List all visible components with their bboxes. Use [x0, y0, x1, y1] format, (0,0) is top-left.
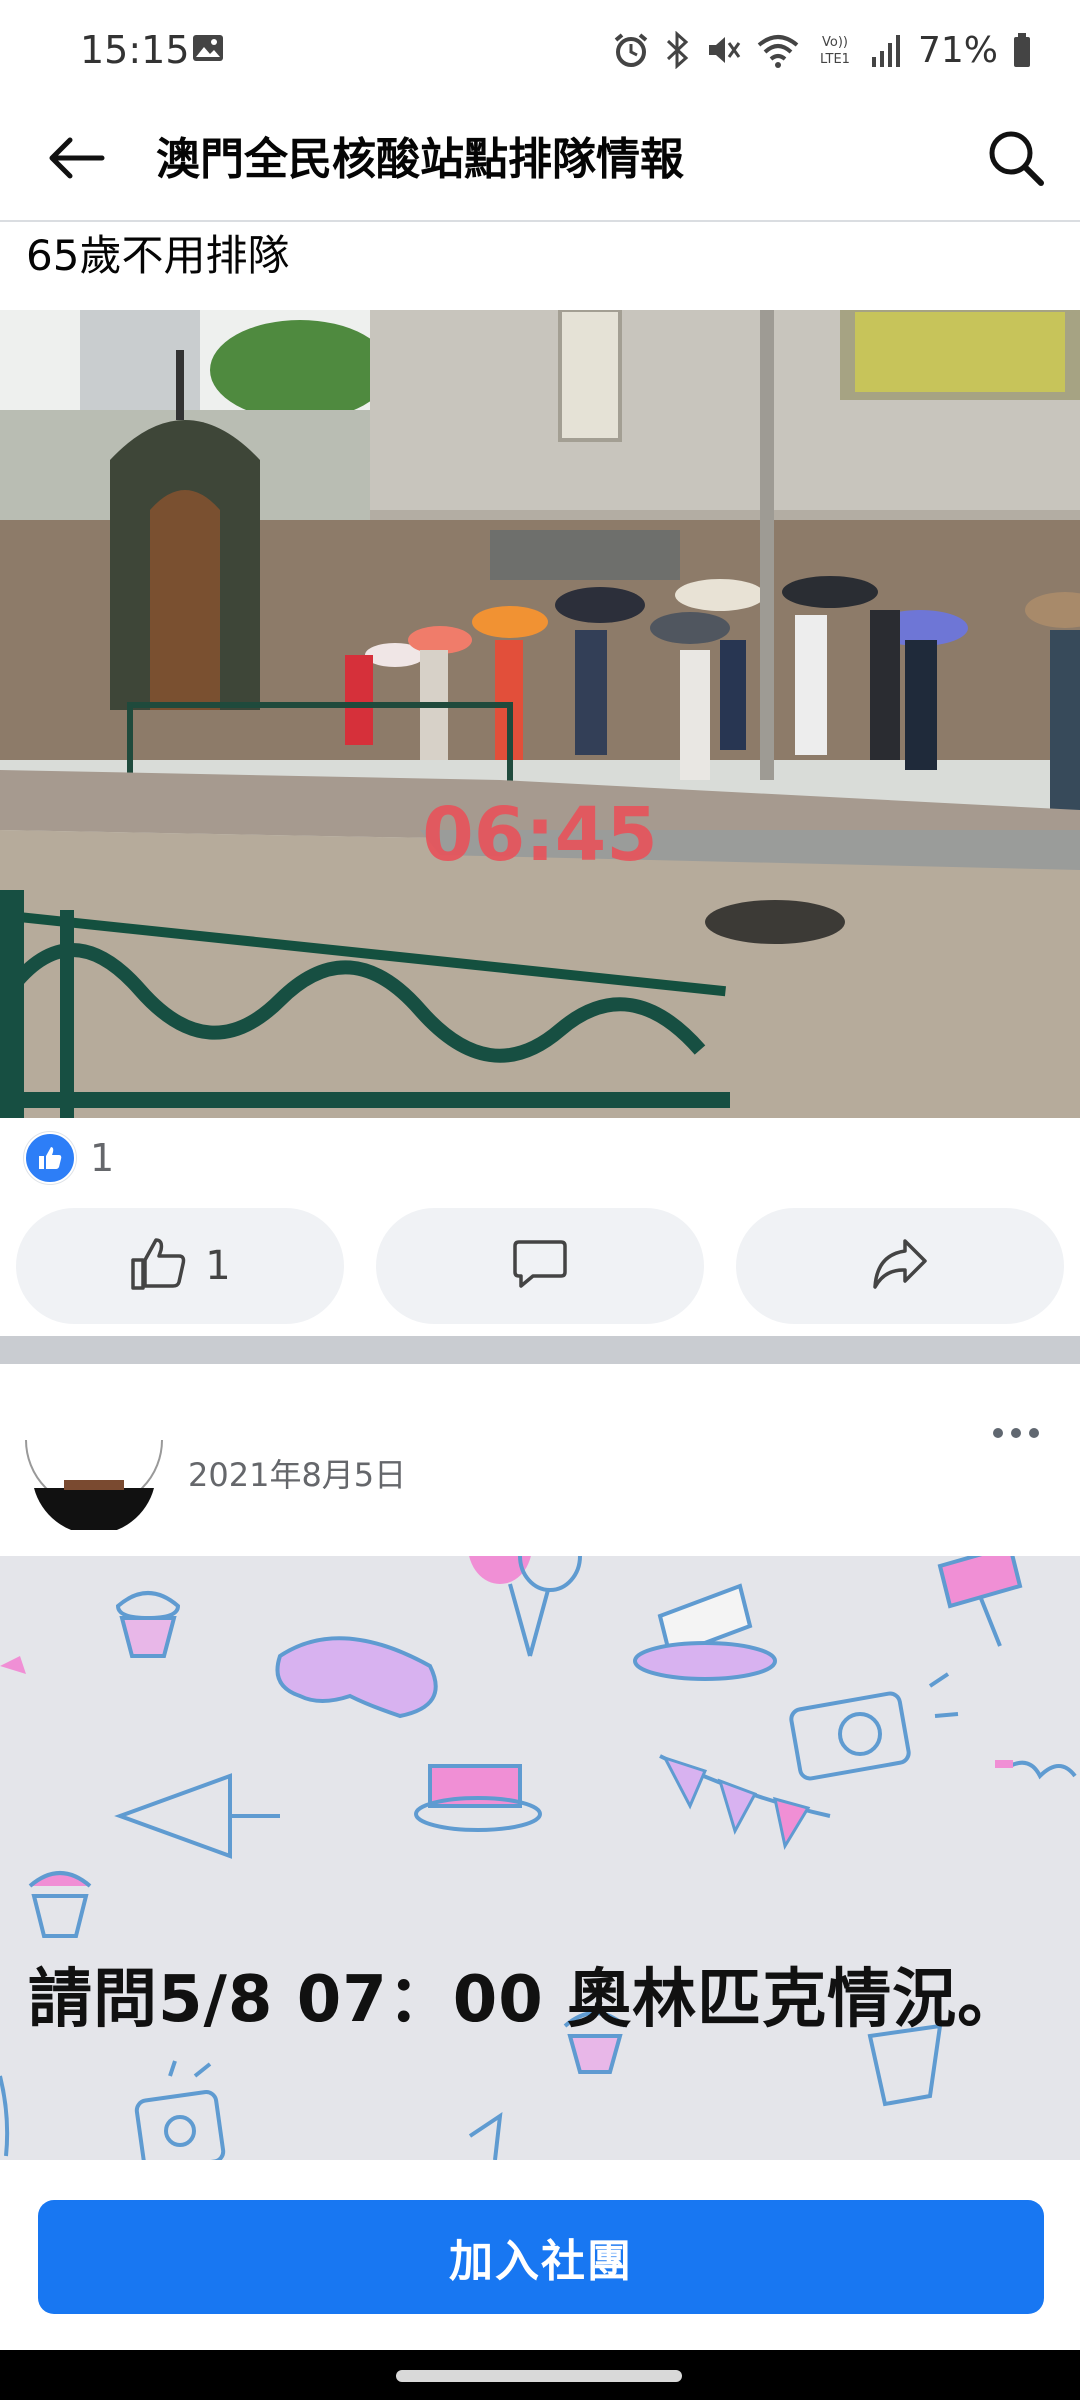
- comment-icon: [511, 1236, 569, 1296]
- status-bar: 15:15 Vo)) LTE1 71%: [0, 0, 1080, 100]
- share-icon: [871, 1237, 929, 1295]
- post-text-large: 請問5/8 07：00 奧林匹克情況。: [28, 1963, 1023, 2037]
- group-title: 澳門全民核酸站點排隊情報: [156, 134, 684, 185]
- avatar[interactable]: [24, 1440, 164, 1530]
- volte-icon: Vo)) LTE1: [814, 31, 856, 69]
- back-button[interactable]: [40, 130, 112, 190]
- reaction-summary[interactable]: 1: [24, 1130, 114, 1186]
- more-options-icon[interactable]: [982, 1408, 1050, 1458]
- battery-icon: [1012, 31, 1032, 69]
- post-text: 65歲不用排隊: [26, 231, 290, 280]
- svg-text:Vo)): Vo)): [822, 35, 848, 50]
- post-date[interactable]: 2021年8月5日: [188, 1450, 406, 1500]
- like-count: 1: [205, 1243, 231, 1289]
- reaction-count: 1: [90, 1136, 115, 1180]
- photo-timestamp: 06:45: [422, 792, 658, 878]
- comment-button[interactable]: [376, 1208, 704, 1324]
- post-actions: 1: [16, 1208, 1064, 1324]
- mute-icon: [704, 31, 742, 69]
- post-photo[interactable]: 06:45: [0, 310, 1080, 1118]
- status-time: 15:15: [80, 28, 190, 72]
- signal-icon: [870, 31, 904, 69]
- post-divider: [0, 1336, 1080, 1364]
- home-indicator[interactable]: [396, 2370, 682, 2382]
- back-arrow-icon: [46, 136, 106, 184]
- join-bar: 加入社團: [0, 2160, 1080, 2350]
- like-button[interactable]: 1: [16, 1208, 344, 1324]
- like-reaction-icon: [24, 1132, 76, 1184]
- system-nav-bar: [0, 2350, 1080, 2400]
- alarm-icon: [612, 31, 650, 69]
- app-bar: 澳門全民核酸站點排隊情報: [0, 100, 1080, 222]
- svg-text:LTE1: LTE1: [820, 52, 850, 67]
- status-icons: Vo)) LTE1 71%: [612, 26, 1032, 74]
- gallery-icon: [192, 34, 224, 62]
- share-button[interactable]: [736, 1208, 1064, 1324]
- bluetooth-icon: [664, 31, 690, 69]
- thumbs-up-icon: [129, 1236, 189, 1296]
- join-group-button[interactable]: 加入社團: [38, 2200, 1044, 2314]
- wifi-icon: [756, 31, 800, 69]
- search-button[interactable]: [980, 124, 1052, 196]
- search-icon: [987, 129, 1045, 191]
- post-background-card: [0, 1556, 1080, 2160]
- battery-percent: 71%: [917, 29, 998, 71]
